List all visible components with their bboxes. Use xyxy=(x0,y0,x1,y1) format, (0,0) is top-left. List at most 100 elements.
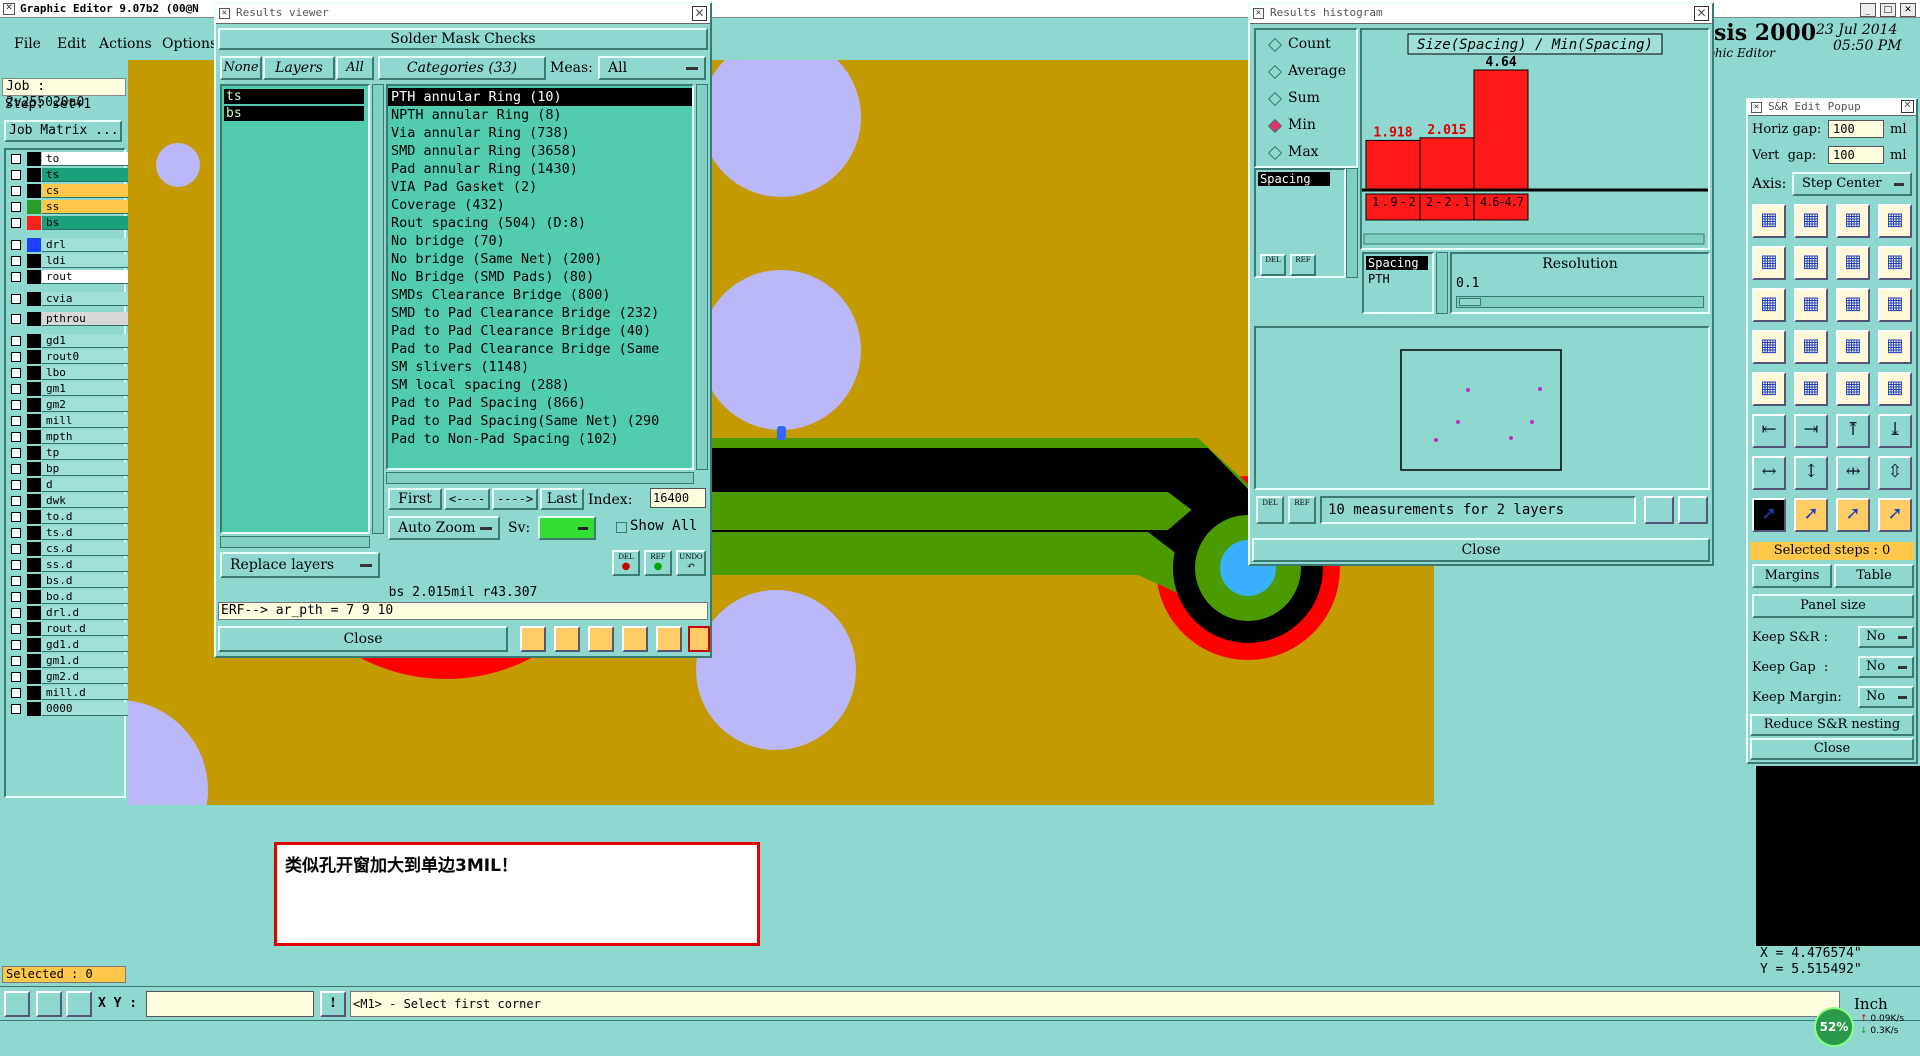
layer-checkbox[interactable] xyxy=(11,480,21,490)
expand-v-icon[interactable]: ↕ xyxy=(1794,456,1828,490)
layer-checkbox[interactable] xyxy=(11,624,21,634)
results-close-button[interactable]: Close xyxy=(218,626,508,652)
sr-spread-icon[interactable]: ▦ xyxy=(1836,372,1870,406)
layer-row[interactable]: ts.d xyxy=(6,526,128,540)
clear-icon[interactable] xyxy=(588,626,614,652)
layer-row[interactable]: gm2.d xyxy=(6,670,128,684)
xy-input[interactable] xyxy=(146,991,314,1017)
sr-grid-d-icon[interactable]: ▦ xyxy=(1878,204,1912,238)
layer-name[interactable]: gd1.d xyxy=(42,638,128,652)
layer-row[interactable]: to xyxy=(6,152,128,166)
layer-checkbox[interactable] xyxy=(11,186,21,196)
histogram-bar[interactable] xyxy=(1473,69,1529,191)
layer-row[interactable]: bs xyxy=(6,216,128,230)
last-button[interactable]: Last xyxy=(540,488,584,510)
panel-size-button[interactable]: Panel size xyxy=(1752,594,1914,618)
keep-gap-select[interactable]: No xyxy=(1858,656,1914,678)
keep-sr-select[interactable]: No xyxy=(1858,626,1914,648)
maximize-icon[interactable]: □ xyxy=(1879,3,1896,17)
layer-checkbox[interactable] xyxy=(11,256,21,266)
spacing-type-pth[interactable]: PTH xyxy=(1366,272,1430,286)
margins-button[interactable]: Margins xyxy=(1752,564,1832,588)
layer-row[interactable]: dwk xyxy=(6,494,128,508)
layer-name[interactable]: drl.d xyxy=(42,606,128,620)
layer-name[interactable]: rout.d xyxy=(42,622,128,636)
layer-checkbox[interactable] xyxy=(11,352,21,362)
layer-name[interactable]: dwk xyxy=(42,494,128,508)
menu-actions[interactable]: Actions xyxy=(99,36,152,52)
arrow-left-icon[interactable]: ⇤ xyxy=(1752,414,1786,448)
layer-name[interactable]: bs xyxy=(42,216,128,230)
hist-del-button[interactable]: DEL xyxy=(1260,254,1286,276)
first-button[interactable]: First xyxy=(388,488,442,510)
window-menu-icon[interactable]: ✕ xyxy=(1253,8,1264,19)
layer-color-swatch[interactable] xyxy=(27,312,41,326)
layer-name[interactable]: ss.d xyxy=(42,558,128,572)
layer-row[interactable]: gd1.d xyxy=(6,638,128,652)
arrow-up-icon[interactable]: ⤒ xyxy=(1836,414,1870,448)
layer-checkbox[interactable] xyxy=(11,560,21,570)
sr-cross-icon[interactable]: ▦ xyxy=(1794,246,1828,280)
layer-checkbox[interactable] xyxy=(11,640,21,650)
sr-copy-icon[interactable]: ▦ xyxy=(1836,246,1870,280)
histogram-bar[interactable] xyxy=(1419,137,1475,191)
resolution-slider[interactable] xyxy=(1456,296,1704,308)
layer-row[interactable]: rout.d xyxy=(6,622,128,636)
close-icon[interactable]: ✕ xyxy=(1694,6,1709,21)
sr-align-left-icon[interactable]: ▦ xyxy=(1752,330,1786,364)
layer-checkbox[interactable] xyxy=(11,384,21,394)
layer-color-swatch[interactable] xyxy=(27,200,41,214)
sr-move-icon[interactable]: ▦ xyxy=(1752,246,1786,280)
layer-row[interactable]: cs xyxy=(6,184,128,198)
layer-name[interactable]: gd1 xyxy=(42,334,128,348)
category-item[interactable]: Pad to Pad Spacing(Same Net) (290 xyxy=(388,412,692,430)
del-button[interactable]: DEL ● xyxy=(612,550,640,576)
keep-margin-select[interactable]: No xyxy=(1858,686,1914,708)
layer-row[interactable]: 0000 xyxy=(6,702,128,716)
layer-name[interactable]: cvia xyxy=(42,292,128,306)
category-item[interactable]: Pad annular Ring (1430) xyxy=(388,160,692,178)
layer-color-swatch[interactable] xyxy=(27,686,41,700)
category-item[interactable]: No Bridge (SMD Pads) (80) xyxy=(388,268,692,286)
layer-checkbox[interactable] xyxy=(11,528,21,538)
next-button[interactable]: ----> xyxy=(492,488,538,510)
index-input[interactable] xyxy=(650,488,706,508)
sr-delete-icon[interactable]: ▦ xyxy=(1878,246,1912,280)
category-item[interactable]: VIA Pad Gasket (2) xyxy=(388,178,692,196)
layer-name[interactable]: drl xyxy=(42,238,128,252)
layer-color-swatch[interactable] xyxy=(27,350,41,364)
layer-color-swatch[interactable] xyxy=(27,702,41,716)
layer-checkbox[interactable] xyxy=(11,464,21,474)
sr-mirror-icon[interactable]: ▦ xyxy=(1752,288,1786,322)
sr-distribute-icon[interactable]: ▦ xyxy=(1836,330,1870,364)
layer-checkbox[interactable] xyxy=(11,240,21,250)
layer-name[interactable]: tp xyxy=(42,446,128,460)
layer-color-swatch[interactable] xyxy=(27,558,41,572)
menu-file[interactable]: File xyxy=(14,36,41,52)
axis-select[interactable]: Step Center xyxy=(1792,172,1912,196)
close-icon[interactable]: ✕ xyxy=(1900,3,1916,17)
layer-name[interactable]: to xyxy=(42,152,128,166)
window-menu-icon[interactable]: ✕ xyxy=(1751,102,1762,113)
layer-color-swatch[interactable] xyxy=(27,414,41,428)
layer-name[interactable]: pthrou xyxy=(42,312,128,326)
layer-checkbox[interactable] xyxy=(11,368,21,378)
category-item[interactable]: Pad to Pad Spacing (866) xyxy=(388,394,692,412)
vgap-input[interactable] xyxy=(1828,146,1884,164)
report-icon[interactable] xyxy=(656,626,682,652)
stat-option-sum[interactable]: Sum xyxy=(1256,88,1356,110)
layer-color-swatch[interactable] xyxy=(27,216,41,230)
hist-close-button[interactable]: Close xyxy=(1252,538,1710,562)
layer-checkbox[interactable] xyxy=(11,154,21,164)
all-button[interactable]: All xyxy=(336,56,374,80)
layer-color-swatch[interactable] xyxy=(27,494,41,508)
category-item[interactable]: Coverage (432) xyxy=(388,196,692,214)
layer-name[interactable]: mill.d xyxy=(42,686,128,700)
layer-list-hscroll[interactable] xyxy=(220,536,370,548)
layer-checkbox[interactable] xyxy=(11,656,21,666)
measure-vscroll[interactable] xyxy=(1346,168,1358,278)
auto-zoom-select[interactable]: Auto Zoom xyxy=(388,516,500,540)
spacing-type-vscroll[interactable] xyxy=(1436,252,1448,314)
layer-row[interactable]: mpth xyxy=(6,430,128,444)
menu-edit[interactable]: Edit xyxy=(57,36,86,52)
